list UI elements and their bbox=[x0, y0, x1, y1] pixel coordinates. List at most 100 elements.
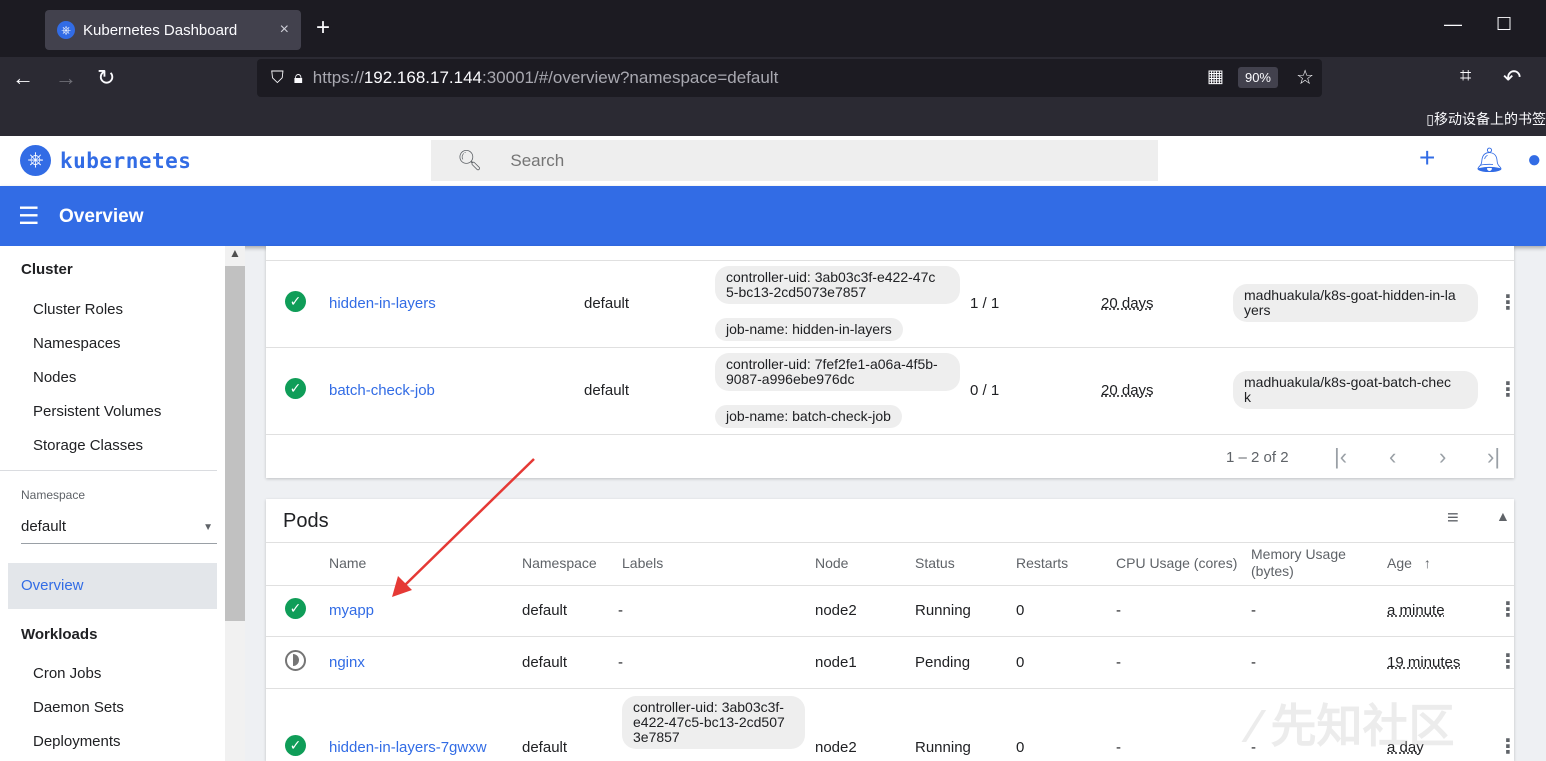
notifications-bell-icon[interactable]: 🔔︎ bbox=[1474, 146, 1504, 175]
sidebar: Cluster Cluster Roles Namespaces Nodes P… bbox=[0, 246, 225, 761]
column-header-node[interactable]: Node bbox=[815, 555, 848, 572]
pod-cpu: - bbox=[1116, 602, 1121, 619]
collapse-icon[interactable]: ▲ bbox=[1496, 508, 1510, 524]
column-header-memory[interactable]: Memory Usage (bytes) bbox=[1251, 546, 1346, 580]
job-namespace: default bbox=[584, 295, 630, 312]
job-pods: 1 / 1 bbox=[970, 295, 1000, 312]
sidebar-divider bbox=[0, 470, 217, 471]
sidebar-item-overview[interactable]: Overview bbox=[8, 563, 217, 609]
image-chip: madhuakula/k8s-goat-hidden-in-la yers bbox=[1233, 284, 1478, 322]
previous-page-icon[interactable]: ‹ bbox=[1389, 444, 1396, 470]
kubernetes-logo[interactable]: ⎈ kubernetes bbox=[20, 145, 191, 176]
pod-restarts: 0 bbox=[1016, 654, 1025, 671]
pod-node: node1 bbox=[815, 654, 857, 671]
screenshot-icon[interactable]: ⌗ bbox=[1460, 65, 1471, 88]
column-header-cpu[interactable]: CPU Usage (cores) bbox=[1116, 555, 1237, 572]
sidebar-item-storage-classes[interactable]: Storage Classes bbox=[33, 437, 143, 454]
sidebar-scrollbar[interactable]: ▲ bbox=[225, 246, 245, 761]
more-vert-icon[interactable]: ⋮ bbox=[1498, 290, 1518, 315]
job-age: 20 days bbox=[1101, 295, 1154, 312]
success-check-icon: ✓ bbox=[285, 598, 306, 619]
column-header-status[interactable]: Status bbox=[915, 555, 955, 572]
search-box[interactable]: 🔍︎ bbox=[431, 140, 1158, 181]
label-chip-line: e422-47c5-bc13-2cd507 bbox=[633, 714, 785, 730]
scroll-up-icon[interactable]: ▲ bbox=[229, 246, 241, 260]
sidebar-item-namespaces[interactable]: Namespaces bbox=[33, 335, 121, 352]
back-icon[interactable]: ← bbox=[12, 65, 34, 91]
zoom-level-badge[interactable]: 90% bbox=[1237, 67, 1278, 88]
hamburger-menu-icon[interactable]: ☰ bbox=[18, 202, 40, 231]
browser-tab[interactable]: ⎈ Kubernetes Dashboard × bbox=[45, 10, 301, 50]
pod-status: Running bbox=[915, 602, 971, 619]
job-name-link[interactable]: hidden-in-layers bbox=[329, 295, 436, 312]
first-page-icon[interactable]: |‹ bbox=[1334, 444, 1347, 470]
pod-age: 19 minutes bbox=[1387, 654, 1461, 671]
forward-icon[interactable]: → bbox=[55, 65, 77, 91]
sidebar-item-deployments[interactable]: Deployments bbox=[33, 733, 121, 750]
namespace-value: default bbox=[21, 518, 67, 535]
mobile-bookmarks-link[interactable]: ▯移动设备上的书签 bbox=[1426, 109, 1546, 129]
more-vert-icon[interactable]: ⋮ bbox=[1498, 649, 1518, 674]
last-page-icon[interactable]: ›| bbox=[1487, 444, 1500, 470]
sidebar-item-cron-jobs[interactable]: Cron Jobs bbox=[33, 665, 101, 682]
sidebar-section-cluster[interactable]: Cluster bbox=[21, 261, 73, 278]
sort-arrow-up-icon: ↑ bbox=[1423, 555, 1431, 571]
page-title-bar: ☰ Overview bbox=[0, 186, 1546, 246]
column-header-name[interactable]: Name bbox=[329, 555, 366, 572]
minimize-icon[interactable]: — bbox=[1444, 14, 1462, 35]
more-vert-icon[interactable]: ⋮ bbox=[1498, 734, 1518, 759]
pod-cpu: - bbox=[1116, 654, 1121, 671]
next-page-icon[interactable]: › bbox=[1439, 444, 1446, 470]
bookmarks-bar: ▯移动设备上的书签 bbox=[0, 102, 1546, 136]
scrollbar-thumb[interactable] bbox=[225, 266, 245, 621]
pod-name-link[interactable]: myapp bbox=[329, 602, 374, 619]
sidebar-item-persistent-volumes[interactable]: Persistent Volumes bbox=[33, 403, 161, 420]
age-header-label: Age bbox=[1387, 555, 1412, 571]
qr-code-icon[interactable]: ▦ bbox=[1207, 66, 1224, 87]
lock-icon[interactable]: 🔒︎ bbox=[294, 68, 303, 88]
pod-node: node2 bbox=[815, 739, 857, 756]
pod-restarts: 0 bbox=[1016, 739, 1025, 756]
sidebar-item-daemon-sets[interactable]: Daemon Sets bbox=[33, 699, 124, 716]
reload-icon[interactable]: ↻ bbox=[97, 65, 115, 91]
create-plus-icon[interactable]: + bbox=[1419, 142, 1435, 174]
tab-title: Kubernetes Dashboard bbox=[83, 21, 238, 39]
url-bar[interactable]: ⛉ 🔒︎ https://192.168.17.144:30001/#/over… bbox=[257, 59, 1322, 97]
sidebar-section-workloads[interactable]: Workloads bbox=[21, 626, 97, 643]
job-age: 20 days bbox=[1101, 382, 1154, 399]
job-name-link[interactable]: batch-check-job bbox=[329, 382, 435, 399]
sidebar-item-cluster-roles[interactable]: Cluster Roles bbox=[33, 301, 123, 318]
filter-list-icon[interactable]: ≡ bbox=[1447, 507, 1459, 530]
watermark-text: 先知社区 bbox=[1270, 700, 1455, 752]
column-header-age[interactable]: Age ↑ bbox=[1387, 555, 1431, 572]
undo-icon[interactable]: ↶ bbox=[1503, 65, 1521, 91]
pod-cpu: - bbox=[1116, 739, 1121, 756]
bookmark-star-icon[interactable]: ☆ bbox=[1296, 65, 1314, 90]
pod-name-link[interactable]: hidden-in-layers-7gwxw bbox=[329, 739, 487, 756]
image-chip-line: madhuakula/k8s-goat-batch-chec bbox=[1244, 374, 1452, 390]
label-chip: controller-uid: 7fef2fe1-a06a-4f5b- 9087-… bbox=[715, 353, 960, 391]
pod-restarts: 0 bbox=[1016, 602, 1025, 619]
more-vert-icon[interactable]: ⋮ bbox=[1498, 597, 1518, 622]
label-chip: controller-uid: 3ab03c3f-e422-47c5-bc13-… bbox=[715, 266, 960, 304]
pod-memory: - bbox=[1251, 602, 1256, 619]
pod-labels: - bbox=[618, 654, 623, 671]
account-icon[interactable]: ● bbox=[1527, 146, 1542, 174]
column-header-namespace[interactable]: Namespace bbox=[522, 555, 597, 572]
label-chip-line: 9087-a996ebe976dc bbox=[726, 371, 855, 387]
tab-close-icon[interactable]: × bbox=[280, 21, 289, 39]
namespace-select[interactable]: default ▼ bbox=[21, 518, 217, 544]
pod-name-link[interactable]: nginx bbox=[329, 654, 365, 671]
image-chip-line: k bbox=[1244, 389, 1251, 405]
shield-icon[interactable]: ⛉ bbox=[271, 68, 284, 88]
job-pods: 0 / 1 bbox=[970, 382, 1000, 399]
maximize-icon[interactable]: ☐ bbox=[1496, 14, 1512, 35]
column-header-restarts[interactable]: Restarts bbox=[1016, 555, 1068, 572]
label-chip-line: 5-bc13-2cd5073e7857 bbox=[726, 284, 867, 300]
pagination-range: 1 – 2 of 2 bbox=[1226, 449, 1289, 466]
new-tab-button[interactable]: + bbox=[316, 14, 330, 42]
sidebar-item-nodes[interactable]: Nodes bbox=[33, 369, 76, 386]
more-vert-icon[interactable]: ⋮ bbox=[1498, 377, 1518, 402]
search-input[interactable] bbox=[510, 150, 1111, 171]
row-divider bbox=[266, 347, 1514, 348]
